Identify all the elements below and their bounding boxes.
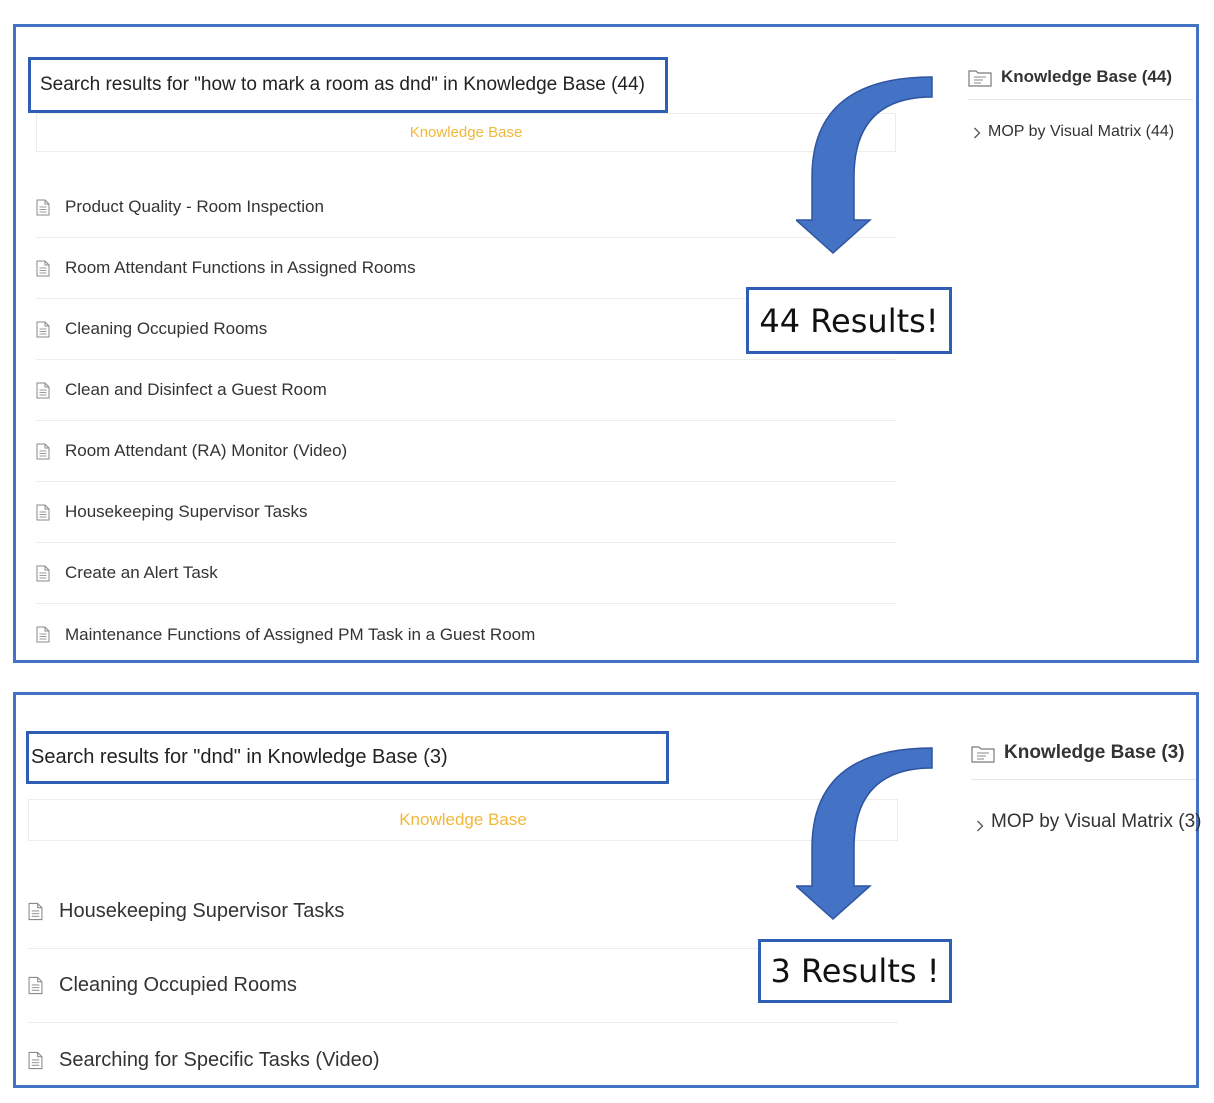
document-icon — [36, 382, 50, 399]
search-heading: Search results for "dnd" in Knowledge Ba… — [26, 731, 669, 784]
result-title: Housekeeping Supervisor Tasks — [65, 502, 308, 521]
result-title: Create an Alert Task — [65, 563, 218, 582]
sidebar-title-text: Knowledge Base (44) — [1001, 67, 1172, 86]
result-item[interactable]: Housekeeping Supervisor Tasks — [28, 875, 898, 949]
tab-knowledge-base[interactable]: Knowledge Base — [28, 799, 898, 841]
results-callout-text: 3 Results ! — [770, 952, 940, 990]
result-item[interactable]: Maintenance Functions of Assigned PM Tas… — [36, 604, 896, 665]
result-item[interactable]: Product Quality - Room Inspection — [36, 177, 896, 238]
search-results-panel-44: Search results for "how to mark a room a… — [13, 24, 1199, 663]
document-icon — [36, 321, 50, 338]
document-icon — [36, 626, 50, 643]
result-list: Product Quality - Room Inspection Room A… — [36, 177, 896, 665]
result-title: Cleaning Occupied Rooms — [59, 974, 297, 996]
result-title: Room Attendant (RA) Monitor (Video) — [65, 441, 348, 460]
sidebar-item-mop-by-visual-matrix[interactable]: MOP by Visual Matrix (3) — [976, 809, 1201, 835]
result-item[interactable]: Housekeeping Supervisor Tasks — [36, 482, 896, 543]
chevron-right-icon — [973, 126, 981, 139]
sidebar-item-label: MOP by Visual Matrix (3) — [991, 811, 1202, 832]
document-icon — [36, 565, 50, 582]
curved-arrow-down-icon — [796, 76, 933, 255]
tab-knowledge-base-label: Knowledge Base — [409, 124, 523, 141]
tab-knowledge-base-label: Knowledge Base — [399, 810, 527, 829]
document-icon — [36, 260, 50, 277]
document-icon — [28, 902, 43, 921]
document-icon — [28, 1051, 43, 1070]
results-callout: 44 Results! — [746, 287, 952, 354]
search-heading-text: Search results for "dnd" in Knowledge Ba… — [31, 746, 448, 768]
result-title: Clean and Disinfect a Guest Room — [65, 380, 327, 399]
sidebar-item-mop-by-visual-matrix[interactable]: MOP by Visual Matrix (44) — [973, 121, 1174, 143]
folder-icon — [968, 68, 992, 87]
result-title: Maintenance Functions of Assigned PM Tas… — [65, 624, 536, 644]
results-callout: 3 Results ! — [758, 939, 952, 1003]
sidebar-divider — [968, 99, 1193, 100]
search-heading: Search results for "how to mark a room a… — [28, 57, 668, 113]
chevron-right-icon — [976, 816, 984, 832]
sidebar-divider — [971, 779, 1196, 780]
document-icon — [36, 504, 50, 521]
result-title: Cleaning Occupied Rooms — [65, 319, 268, 338]
folder-icon — [971, 744, 995, 763]
results-callout-text: 44 Results! — [759, 301, 939, 340]
sidebar-knowledge-base-title[interactable]: Knowledge Base (44) — [968, 65, 1172, 89]
document-icon — [36, 443, 50, 460]
search-results-panel-3: Search results for "dnd" in Knowledge Ba… — [13, 692, 1201, 1088]
result-item[interactable]: Create an Alert Task — [36, 543, 896, 604]
result-title: Housekeeping Supervisor Tasks — [59, 900, 345, 922]
search-heading-text: Search results for "how to mark a room a… — [40, 74, 645, 95]
result-item[interactable]: Searching for Specific Tasks (Video) — [28, 1023, 898, 1097]
result-title: Room Attendant Functions in Assigned Roo… — [65, 258, 416, 277]
sidebar-item-label: MOP by Visual Matrix (44) — [988, 123, 1175, 140]
tab-knowledge-base[interactable]: Knowledge Base — [36, 113, 896, 152]
curved-arrow-down-icon — [796, 747, 933, 921]
result-item[interactable]: Clean and Disinfect a Guest Room — [36, 360, 896, 421]
sidebar-knowledge-base-title[interactable]: Knowledge Base (3) — [971, 740, 1185, 766]
sidebar-title-text: Knowledge Base (3) — [1004, 742, 1185, 763]
result-item[interactable]: Room Attendant (RA) Monitor (Video) — [36, 421, 896, 482]
document-icon — [36, 199, 50, 216]
document-icon — [28, 976, 43, 995]
result-title: Product Quality - Room Inspection — [65, 197, 324, 216]
result-title: Searching for Specific Tasks (Video) — [59, 1048, 380, 1071]
